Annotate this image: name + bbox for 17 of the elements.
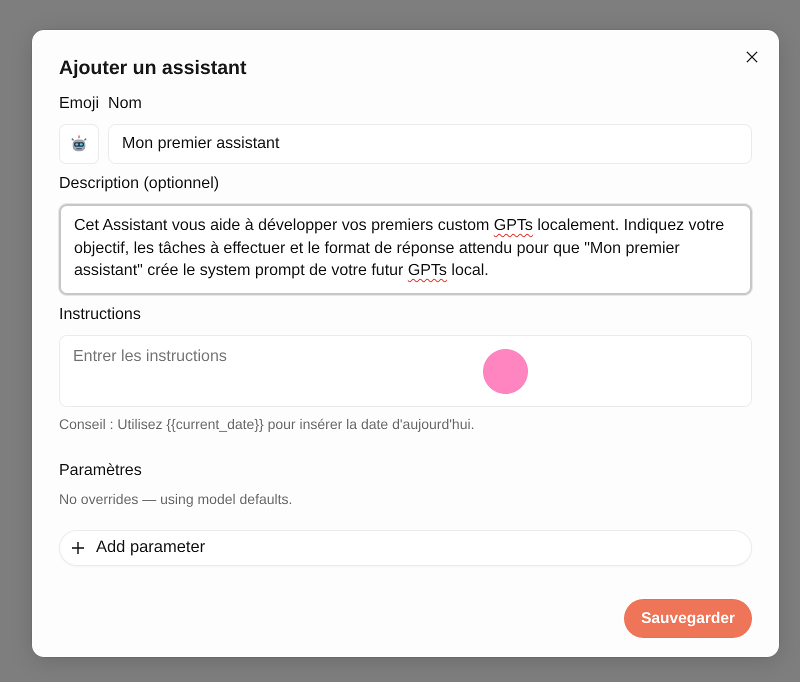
emoji-picker-button[interactable] bbox=[59, 124, 99, 164]
plus-icon bbox=[72, 542, 84, 554]
name-label: Nom bbox=[108, 94, 142, 114]
parameters-heading: Paramètres bbox=[59, 460, 142, 480]
description-label: Description (optionnel) bbox=[59, 174, 220, 194]
close-icon bbox=[746, 51, 758, 63]
instructions-field[interactable]: Entrer les instructions bbox=[59, 334, 752, 406]
pointer-dot-icon bbox=[483, 348, 528, 394]
robot-face-icon bbox=[70, 135, 88, 153]
instructions-hint: Conseil : Utilisez {{current_date}} pour insérer la date d'aujourd'hui. bbox=[59, 414, 474, 432]
add-parameter-button[interactable]: Add parameter bbox=[59, 530, 752, 566]
emoji-label: Emoji bbox=[59, 94, 100, 114]
description-field[interactable]: Cet Assistant vous aide à développer vos premiers custom GPTs localement. Indiquez votre objectif, les tâches à effectuer et le format de réponse attendu pour que "Mon premier assistant" crée le system prompt de votre futur GPTs local. bbox=[59, 204, 752, 294]
instructions-label: Instructions bbox=[59, 304, 141, 324]
parameters-status: No overrides — using model defaults. bbox=[59, 490, 292, 508]
dialog-title: Ajouter un assistant bbox=[59, 56, 246, 81]
name-input[interactable]: Mon premier assistant bbox=[108, 124, 752, 164]
